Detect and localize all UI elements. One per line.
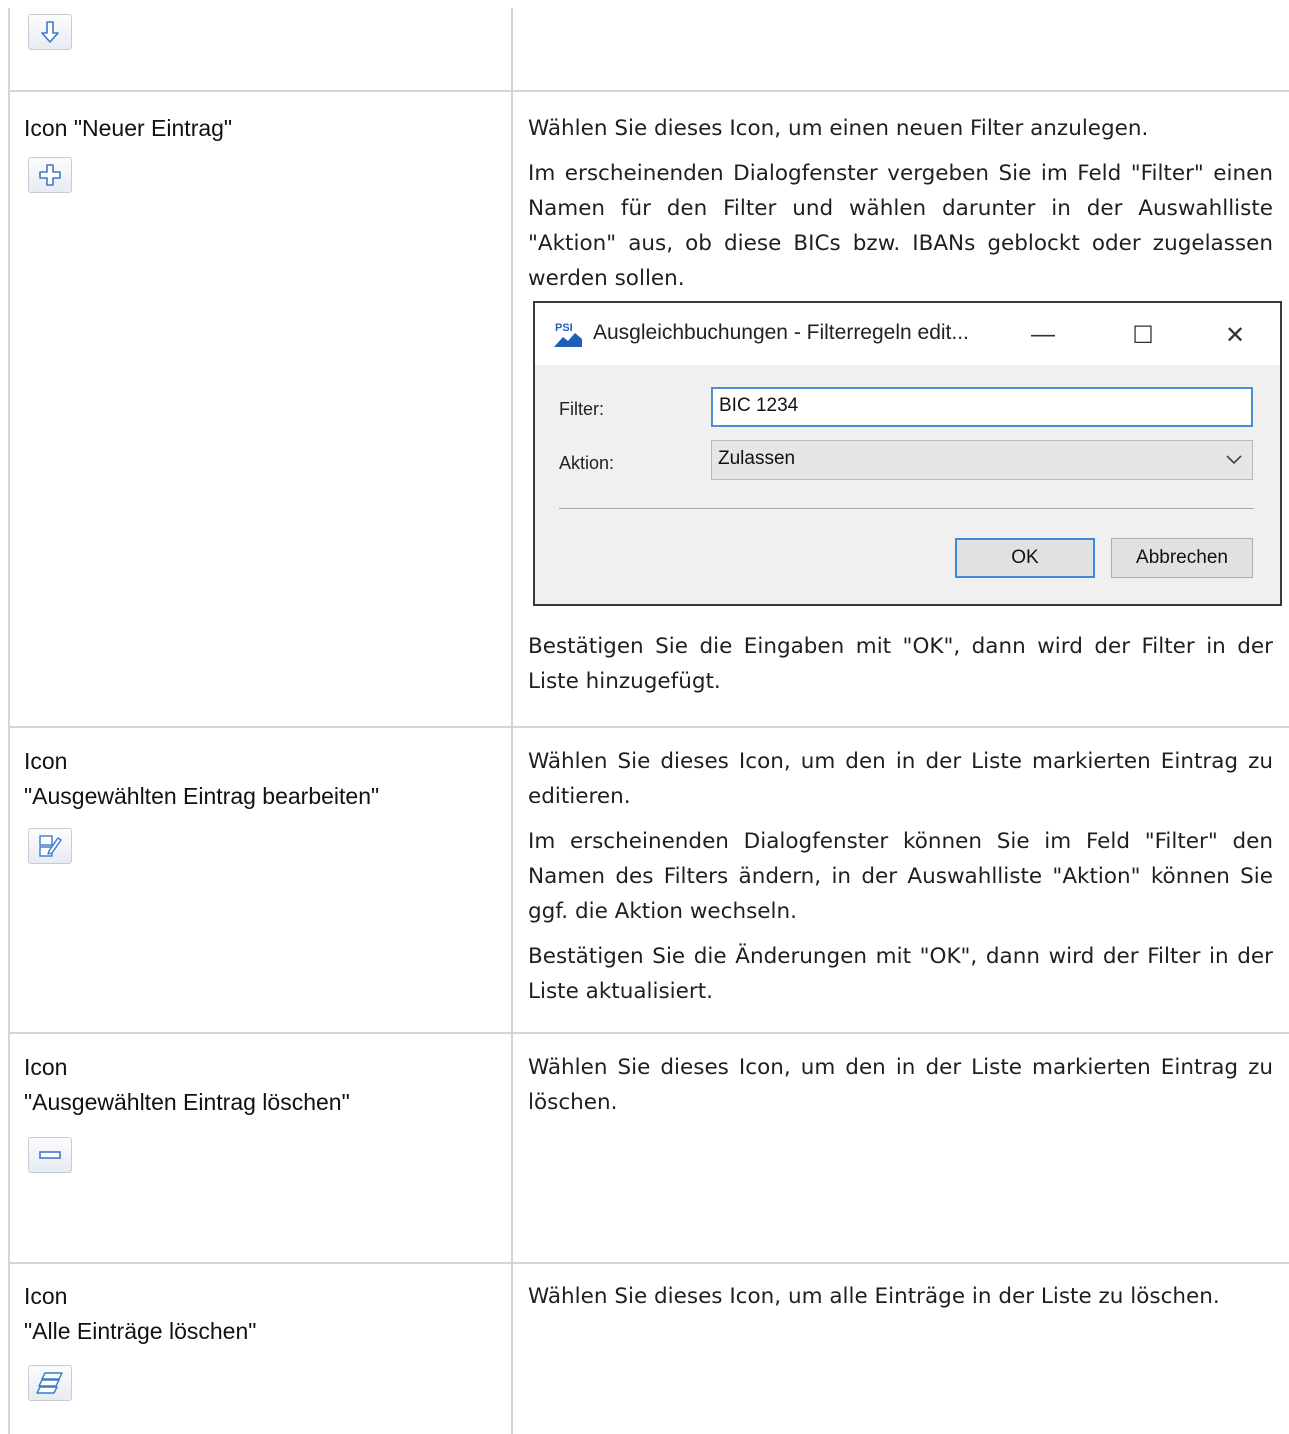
ok-button[interactable]: OK xyxy=(955,538,1095,578)
description-paragraph: Im erscheinenden Dialogfenster können Si… xyxy=(528,829,1273,924)
row-divider xyxy=(8,90,1289,92)
row-divider xyxy=(8,726,1289,728)
label-line: Icon xyxy=(24,748,68,774)
row-description-delete-entry: Wählen Sie dieses Icon, um den in der Li… xyxy=(528,1050,1273,1130)
delete-entry-button[interactable] xyxy=(28,1137,72,1173)
row-label-delete-entry: Icon "Ausgewählten Eintrag löschen" xyxy=(24,1050,350,1120)
edit-icon xyxy=(39,835,62,857)
row-description-delete-all: Wählen Sie dieses Icon, um alle Einträge… xyxy=(528,1279,1273,1324)
action-select[interactable]: Zulassen xyxy=(711,440,1253,480)
action-select-value: Zulassen xyxy=(718,448,796,469)
arrow-down-icon xyxy=(41,21,59,43)
new-entry-button[interactable] xyxy=(28,157,72,193)
psi-logo-icon: PSI xyxy=(554,322,582,347)
row-label-delete-all: Icon "Alle Einträge löschen" xyxy=(24,1279,256,1349)
filter-label: Filter: xyxy=(559,399,604,419)
dialog-separator xyxy=(559,508,1254,509)
label-line: Icon xyxy=(24,1054,68,1080)
cancel-button[interactable]: Abbrechen xyxy=(1111,538,1253,578)
minimize-button[interactable]: — xyxy=(1023,317,1063,353)
edit-entry-button[interactable] xyxy=(28,828,72,864)
delete-all-icon xyxy=(36,1372,63,1394)
description-paragraph: Im erscheinenden Dialogfenster vergeben … xyxy=(528,161,1273,291)
description-paragraph: Bestätigen Sie die Eingaben mit "OK", da… xyxy=(528,634,1273,694)
plus-icon xyxy=(39,164,61,186)
label-line: "Ausgewählten Eintrag löschen" xyxy=(24,1089,350,1115)
row-description-new-entry-confirm: Bestätigen Sie die Eingaben mit "OK", da… xyxy=(528,629,1273,709)
description-paragraph: Wählen Sie dieses Icon, um alle Einträge… xyxy=(528,1284,1220,1309)
maximize-icon: ☐ xyxy=(1132,321,1154,349)
action-label: Aktion: xyxy=(559,453,615,473)
row-label-new-entry: Icon "Neuer Eintrag" xyxy=(24,115,233,141)
filter-input[interactable]: BIC 1234 xyxy=(711,387,1253,427)
row-divider xyxy=(8,1262,1289,1264)
row-description-edit-entry: Wählen Sie dieses Icon, um den in der Li… xyxy=(528,744,1273,1019)
description-paragraph: Wählen Sie dieses Icon, um den in der Li… xyxy=(528,1055,1273,1115)
row-divider xyxy=(8,1032,1289,1034)
close-icon: ✕ xyxy=(1224,321,1246,349)
minus-icon xyxy=(39,1151,61,1159)
table-column-divider xyxy=(511,8,513,1434)
dialog-title: Ausgleichbuchungen - Filterregeln edit..… xyxy=(593,321,969,344)
row-description-new-entry: Wählen Sie dieses Icon, um einen neuen F… xyxy=(528,111,1273,306)
filter-rule-dialog: PSI Ausgleichbuchungen - Filterregeln ed… xyxy=(533,301,1282,606)
minimize-icon: — xyxy=(1031,321,1055,348)
description-paragraph: Wählen Sie dieses Icon, um den in der Li… xyxy=(528,749,1273,809)
label-line: "Ausgewählten Eintrag bearbeiten" xyxy=(24,783,380,809)
description-paragraph: Bestätigen Sie die Änderungen mit "OK", … xyxy=(528,944,1273,1004)
description-paragraph: Wählen Sie dieses Icon, um einen neuen F… xyxy=(528,116,1149,141)
table-left-border xyxy=(8,8,10,1434)
delete-all-button[interactable] xyxy=(28,1365,72,1401)
arrow-down-button[interactable] xyxy=(28,14,72,50)
chevron-down-icon xyxy=(1226,455,1242,465)
row-label-edit-entry: Icon "Ausgewählten Eintrag bearbeiten" xyxy=(24,744,379,814)
maximize-button[interactable]: ☐ xyxy=(1123,317,1163,353)
close-button[interactable]: ✕ xyxy=(1215,317,1255,353)
label-line: Icon xyxy=(24,1283,68,1309)
dialog-title-bar: PSI Ausgleichbuchungen - Filterregeln ed… xyxy=(535,303,1280,365)
label-line: "Alle Einträge löschen" xyxy=(24,1318,257,1344)
svg-text:PSI: PSI xyxy=(555,322,573,334)
